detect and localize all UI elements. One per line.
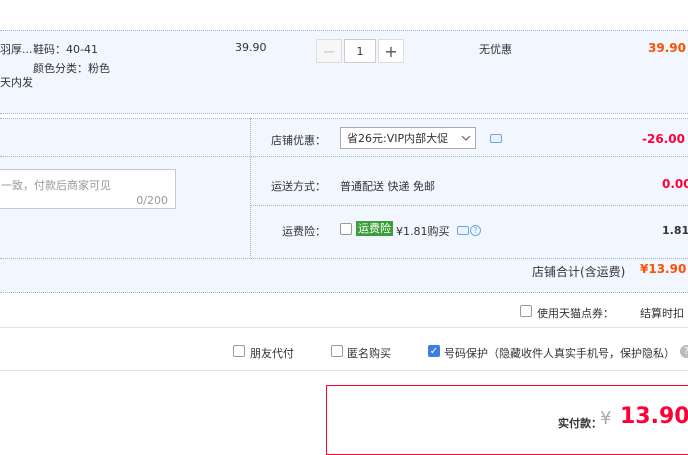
shop-section-column-divider <box>250 118 251 258</box>
shop-coupon-value: 省26元:VIP内部大促 <box>347 132 449 145</box>
payment-amount: 13.90 <box>620 404 688 429</box>
quantity-input[interactable]: 1 <box>344 39 376 63</box>
anonymous-label: 匿名购买 <box>347 347 391 360</box>
item-row-bottom-divider <box>0 113 688 114</box>
quantity-decrease-button[interactable]: − <box>316 39 342 63</box>
privacy-label: 号码保护（隐藏收件人真实手机号，保护隐私） <box>444 347 675 360</box>
anonymous-checkbox[interactable] <box>331 345 343 357</box>
help-icon[interactable]: ? <box>680 345 688 358</box>
shop-row-divider <box>0 156 688 157</box>
shipping-insurance-tag: 运费险 <box>356 221 393 236</box>
item-discount: 无优惠 <box>479 43 512 56</box>
shop-section-top-divider <box>0 118 688 119</box>
shop-row-divider <box>250 205 688 206</box>
payment-label: 实付款： <box>558 417 602 430</box>
chat-icon[interactable] <box>490 134 502 143</box>
chat-icon[interactable] <box>457 226 469 235</box>
payment-currency: ¥ <box>600 408 612 429</box>
item-row-top-divider <box>0 30 688 31</box>
shipping-method-label: 运送方式： <box>271 180 326 193</box>
use-points-label: 使用天猫点券： <box>537 307 614 320</box>
shipping-insurance-price: ¥1.81购买 <box>396 225 450 238</box>
friend-pay-label: 朋友代付 <box>250 347 294 360</box>
item-title-shipping: 天内发 <box>0 76 33 89</box>
shop-total-label: 店铺合计(含运费) <box>532 265 626 279</box>
chevron-down-icon <box>457 135 475 141</box>
shipping-insurance-amount: 1.81 <box>662 224 688 237</box>
friend-pay-checkbox[interactable] <box>233 345 245 357</box>
shipping-insurance-label: 运费险： <box>282 225 326 238</box>
item-subtotal: 39.90 <box>648 41 686 55</box>
use-points-checkbox[interactable] <box>520 305 532 317</box>
shop-total-divider <box>0 258 688 259</box>
seller-memo-textarea[interactable]: 一致，付款后商家可见 0/200 <box>0 169 176 209</box>
options-divider <box>0 370 688 371</box>
quantity-stepper: − 1 + <box>316 39 404 63</box>
help-icon[interactable]: ? <box>470 225 481 236</box>
shop-coupon-amount: -26.00 <box>642 132 685 146</box>
use-points-note: 结算时扣 <box>640 307 684 320</box>
seller-memo-counter: 0/200 <box>136 194 168 207</box>
points-divider <box>0 327 688 328</box>
shop-total-value: ¥13.90 <box>640 262 687 276</box>
item-title[interactable]: 羽厚... <box>0 41 33 57</box>
shipping-amount: 0.00 <box>662 177 688 191</box>
item-size: 鞋码：40-41 <box>33 43 98 56</box>
item-color: 颜色分类：粉色 <box>33 62 110 75</box>
shipping-insurance-checkbox[interactable] <box>340 223 352 235</box>
shop-coupon-select[interactable]: 省26元:VIP内部大促 <box>340 127 476 149</box>
seller-memo-placeholder: 一致，付款后商家可见 <box>1 179 111 192</box>
shop-coupon-label: 店铺优惠： <box>271 134 326 147</box>
privacy-checkbox[interactable]: ✓ <box>428 345 440 357</box>
item-unit-price: 39.90 <box>235 41 267 54</box>
quantity-increase-button[interactable]: + <box>378 39 404 63</box>
shipping-method-value: 普通配送 快递 免邮 <box>340 180 435 193</box>
shop-section-bottom-divider <box>0 292 688 293</box>
